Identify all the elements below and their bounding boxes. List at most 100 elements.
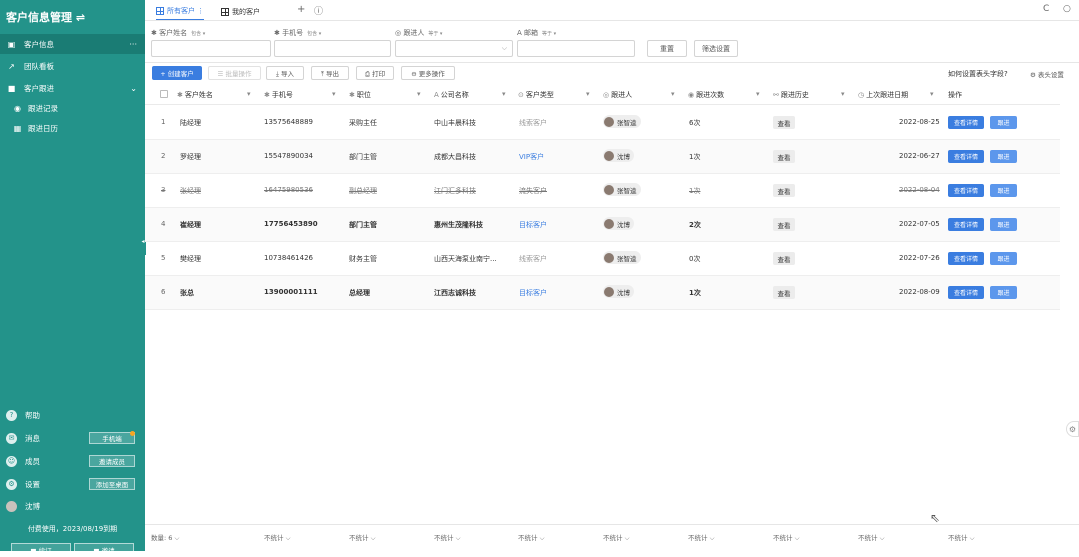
- view-detail-button[interactable]: 查看详情: [948, 286, 984, 299]
- header-help-link[interactable]: 如何设置表头字段?: [948, 69, 1008, 79]
- stat-select[interactable]: 不统计 ⌵: [948, 532, 975, 543]
- add-to-desktop-button[interactable]: 添加至桌面: [89, 478, 135, 490]
- info-icon[interactable]: ⓘ: [314, 4, 323, 17]
- stat-select[interactable]: 不统计 ⌵: [434, 532, 461, 543]
- col-header-title[interactable]: ✱ 职位: [349, 90, 371, 100]
- sort-icon[interactable]: ▾: [756, 90, 760, 98]
- view-history-button[interactable]: 查看: [773, 286, 795, 299]
- settings-row[interactable]: ⚙ 设置 添加至桌面: [0, 474, 145, 494]
- follow-up-button[interactable]: 跟进: [990, 252, 1017, 265]
- create-customer-button[interactable]: + 创建客户: [152, 66, 202, 80]
- sort-icon[interactable]: ▾: [930, 90, 934, 98]
- refresh-icon[interactable]: C: [1043, 4, 1049, 14]
- sidebar-item-team-board[interactable]: ↗ 团队看板: [0, 56, 145, 76]
- batch-operation-button[interactable]: ☰ 批量操作: [208, 66, 261, 80]
- sidebar-item-label: 团队看板: [24, 61, 54, 71]
- tab-all-customers[interactable]: 所有客户 ⋮: [156, 3, 205, 20]
- filter-operator[interactable]: 等于 ▾: [542, 31, 556, 37]
- more-icon[interactable]: ···: [129, 40, 137, 49]
- col-header-owner[interactable]: ◎ 跟进人: [603, 90, 632, 100]
- user-row[interactable]: 沈博: [0, 496, 145, 516]
- sort-icon[interactable]: ▾: [671, 90, 675, 98]
- col-header-count[interactable]: ◉ 跟进次数: [688, 90, 724, 100]
- sidebar-item-customer-followup[interactable]: ■ 客户跟进 ⌄: [0, 78, 145, 98]
- invite-members-button[interactable]: 邀请成员: [89, 455, 135, 467]
- view-detail-button[interactable]: 查看详情: [948, 150, 984, 163]
- gear-icon[interactable]: ⚙: [1066, 421, 1079, 437]
- col-header-name[interactable]: ✱ 客户姓名: [177, 90, 213, 100]
- print-button[interactable]: ⎙ 打印: [356, 66, 394, 80]
- stat-select[interactable]: 不统计 ⌵: [858, 532, 885, 543]
- add-tab-icon[interactable]: +: [297, 4, 305, 15]
- switch-icon[interactable]: ⇌: [76, 11, 85, 24]
- search-icon[interactable]: ○: [1063, 4, 1071, 14]
- sort-icon[interactable]: ▾: [586, 90, 590, 98]
- stat-select[interactable]: 不统计 ⌵: [773, 532, 800, 543]
- help-row[interactable]: ? 帮助: [0, 405, 145, 425]
- view-history-button[interactable]: 查看: [773, 184, 795, 197]
- sort-icon[interactable]: ▾: [841, 90, 845, 98]
- view-detail-button[interactable]: 查看详情: [948, 184, 984, 197]
- table-row[interactable]: 5 樊经理 10738461426 财务主管 山西天海泵业南宁... 线索客户 张智逵 0次 查…: [145, 242, 1060, 276]
- col-header-phone[interactable]: ✱ 手机号: [264, 90, 293, 100]
- tab-my-customers[interactable]: 我的客户: [221, 3, 260, 20]
- filter-input-name[interactable]: [151, 40, 271, 57]
- cell-last-date: 2022-07-05: [899, 220, 940, 228]
- filter-operator[interactable]: 包含 ▾: [191, 31, 205, 37]
- filter-operator[interactable]: 等于 ▾: [428, 31, 442, 37]
- sort-icon[interactable]: ▾: [417, 90, 421, 98]
- follow-up-button[interactable]: 跟进: [990, 218, 1017, 231]
- chevron-down-icon[interactable]: ⌄: [130, 84, 137, 93]
- col-header-type[interactable]: ⊙ 客户类型: [518, 90, 554, 100]
- sidebar-item-followup-calendar[interactable]: ▦ 跟进日历: [0, 118, 145, 138]
- stat-select[interactable]: 不统计 ⌵: [518, 532, 545, 543]
- stat-select[interactable]: 不统计 ⌵: [349, 532, 376, 543]
- select-all-checkbox[interactable]: [160, 90, 168, 98]
- header-settings-link[interactable]: ⚙ 表头设置: [1030, 69, 1064, 79]
- more-actions-button[interactable]: ⊖ 更多操作: [401, 66, 455, 80]
- follow-up-button[interactable]: 跟进: [990, 184, 1017, 197]
- sidebar-item-customer-info[interactable]: ▣ 客户信息 ···: [0, 34, 145, 54]
- follow-up-button[interactable]: 跟进: [990, 116, 1017, 129]
- filter-settings-button[interactable]: 筛选设置: [694, 40, 738, 57]
- follow-up-button[interactable]: 跟进: [990, 150, 1017, 163]
- sort-icon[interactable]: ▾: [247, 90, 251, 98]
- row-count[interactable]: 数量: 6 ⌵: [151, 532, 179, 543]
- view-history-button[interactable]: 查看: [773, 218, 795, 231]
- view-detail-button[interactable]: 查看详情: [948, 252, 984, 265]
- renew-button[interactable]: ■ 续订: [11, 543, 71, 557]
- view-detail-button[interactable]: 查看详情: [948, 218, 984, 231]
- table-row[interactable]: 3 张经理 16475980536 副总经理 江门汇多科技 流失客户 张智逵 1次 查看 2022…: [145, 174, 1060, 208]
- follow-up-button[interactable]: 跟进: [990, 286, 1017, 299]
- sort-icon[interactable]: ▾: [332, 90, 336, 98]
- table-row[interactable]: 2 罗经理 15547890034 部门主管 成都大昌科技 VIP客户 沈博 1次 查看 2022…: [145, 140, 1060, 174]
- filter-select-owner[interactable]: ⌵: [395, 40, 513, 57]
- table-row[interactable]: 4 崔经理 17756453890 部门主管 惠州生茂隆科技 目标客户 沈博 2次 查看 2022…: [145, 208, 1060, 242]
- message-row[interactable]: ✉ 消息 手机端: [0, 428, 145, 448]
- filter-input-phone[interactable]: [274, 40, 391, 57]
- filter-input-email[interactable]: [517, 40, 635, 57]
- view-history-button[interactable]: 查看: [773, 252, 795, 265]
- sidebar-item-followup-records[interactable]: ◉ 跟进记录: [0, 98, 145, 118]
- col-header-company[interactable]: A 公司名称: [434, 90, 469, 100]
- stat-select[interactable]: 不统计 ⌵: [603, 532, 630, 543]
- filter-operator[interactable]: 包含 ▾: [307, 31, 321, 37]
- view-detail-button[interactable]: 查看详情: [948, 116, 984, 129]
- view-history-button[interactable]: 查看: [773, 116, 795, 129]
- mobile-button[interactable]: 手机端: [89, 432, 135, 444]
- invite-button[interactable]: ■ 邀请: [74, 543, 134, 557]
- col-header-history[interactable]: ⚯ 跟进历史: [773, 90, 809, 100]
- view-history-button[interactable]: 查看: [773, 150, 795, 163]
- members-row[interactable]: ☺ 成员 邀请成员: [0, 451, 145, 471]
- sort-icon[interactable]: ▾: [502, 90, 506, 98]
- import-button[interactable]: ⤓ 导入: [266, 66, 304, 80]
- stat-select[interactable]: 不统计 ⌵: [264, 532, 291, 543]
- stat-select[interactable]: 不统计 ⌵: [688, 532, 715, 543]
- table-row[interactable]: 1 陆经理 13575648889 采购主任 中山丰晨科技 线索客户 张智逵 6次 查看 2022…: [145, 106, 1060, 140]
- toolbar: + 创建客户 ☰ 批量操作 ⤓ 导入 ⤒ 导出 ⎙ 打印 ⊖ 更多操作 如何设置…: [145, 63, 1079, 85]
- reset-button[interactable]: 重置: [647, 40, 687, 57]
- col-header-last-date[interactable]: ◷ 上次跟进日期: [858, 90, 908, 100]
- cell-name: 张总: [180, 289, 194, 297]
- table-row[interactable]: 6 张总 13900001111 总经理 江西志诚科技 目标客户 沈博 1次 查看 2022-08…: [145, 276, 1060, 310]
- export-button[interactable]: ⤒ 导出: [311, 66, 349, 80]
